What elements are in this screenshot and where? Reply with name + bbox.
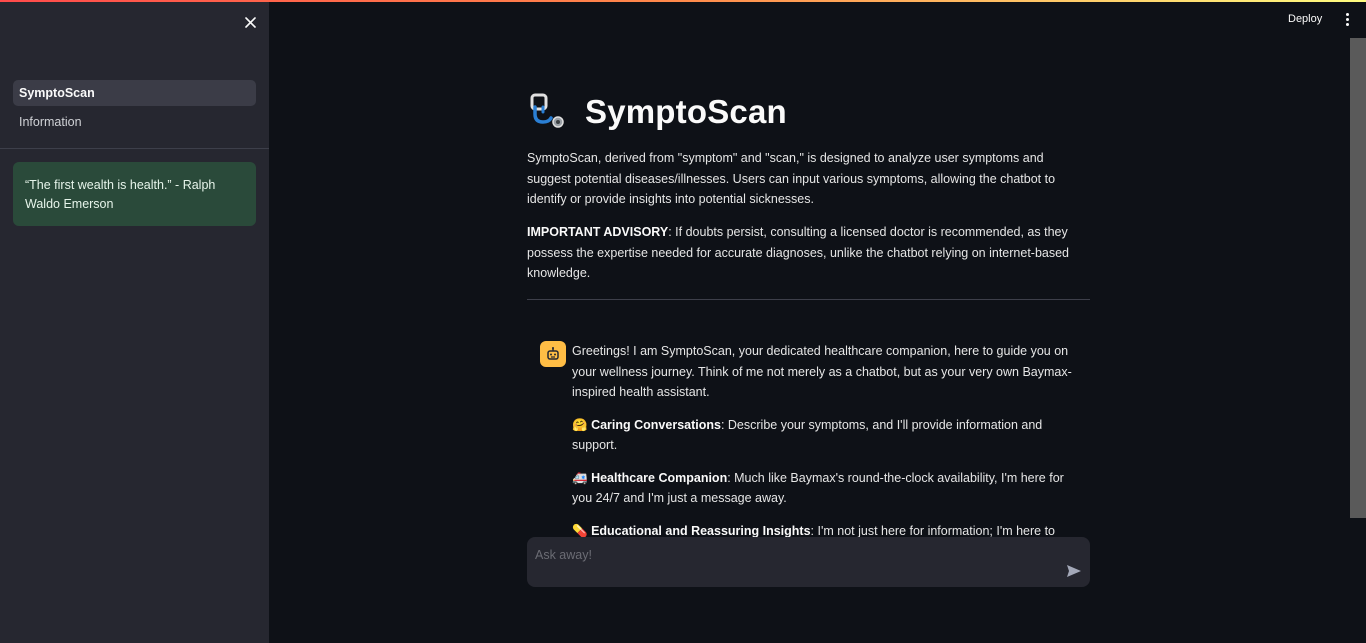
chat-input[interactable] [535,545,1055,565]
sidebar-item-symptoscan[interactable]: SymptoScan [13,80,256,106]
feature-title: Caring Conversations [591,417,721,432]
page-title: SymptoScan [585,93,787,130]
intro-text: SymptoScan, derived from "symptom" and "… [527,151,1056,206]
feature-item: 🤗 Caring Conversations: Describe your sy… [572,415,1082,456]
greeting-text: Greetings! I am SymptoScan, your dedicat… [572,344,1072,399]
send-button[interactable] [1065,562,1083,580]
bot-avatar [540,341,566,367]
ambulance-icon: 🚑 [572,469,588,485]
sidebar-item-information[interactable]: Information [13,109,256,135]
send-icon [1067,565,1081,577]
hugging-face-icon: 🤗 [572,416,588,432]
quote-box: “The first wealth is health.” - Ralph Wa… [13,162,256,226]
advisory-text: IMPORTANT ADVISORY: If doubts persist, c… [527,222,1090,284]
feature-title: Healthcare Companion [591,470,728,485]
stethoscope-icon [530,93,564,128]
scrollbar-thumb[interactable] [1350,38,1366,518]
more-vertical-icon [1345,12,1349,16]
robot-icon [547,347,559,360]
pill-icon: 💊 [572,522,588,538]
close-sidebar-button[interactable] [240,12,260,32]
sidebar-nav: SymptoScan Information [13,80,256,138]
feature-title: Educational and Reassuring Insights [591,523,811,538]
advisory-label: IMPORTANT ADVISORY [527,225,669,239]
main-menu-button[interactable] [1341,10,1353,28]
chat-input-box [527,537,1090,587]
title-row: SymptoScan [527,90,787,134]
deploy-button[interactable]: Deploy [1288,10,1322,28]
feature-item: 🚑 Healthcare Companion: Much like Baymax… [572,468,1082,509]
content-divider [527,299,1090,300]
sidebar-divider [0,148,269,149]
close-icon [244,16,256,28]
sidebar: SymptoScan Information “The first wealth… [0,2,269,643]
